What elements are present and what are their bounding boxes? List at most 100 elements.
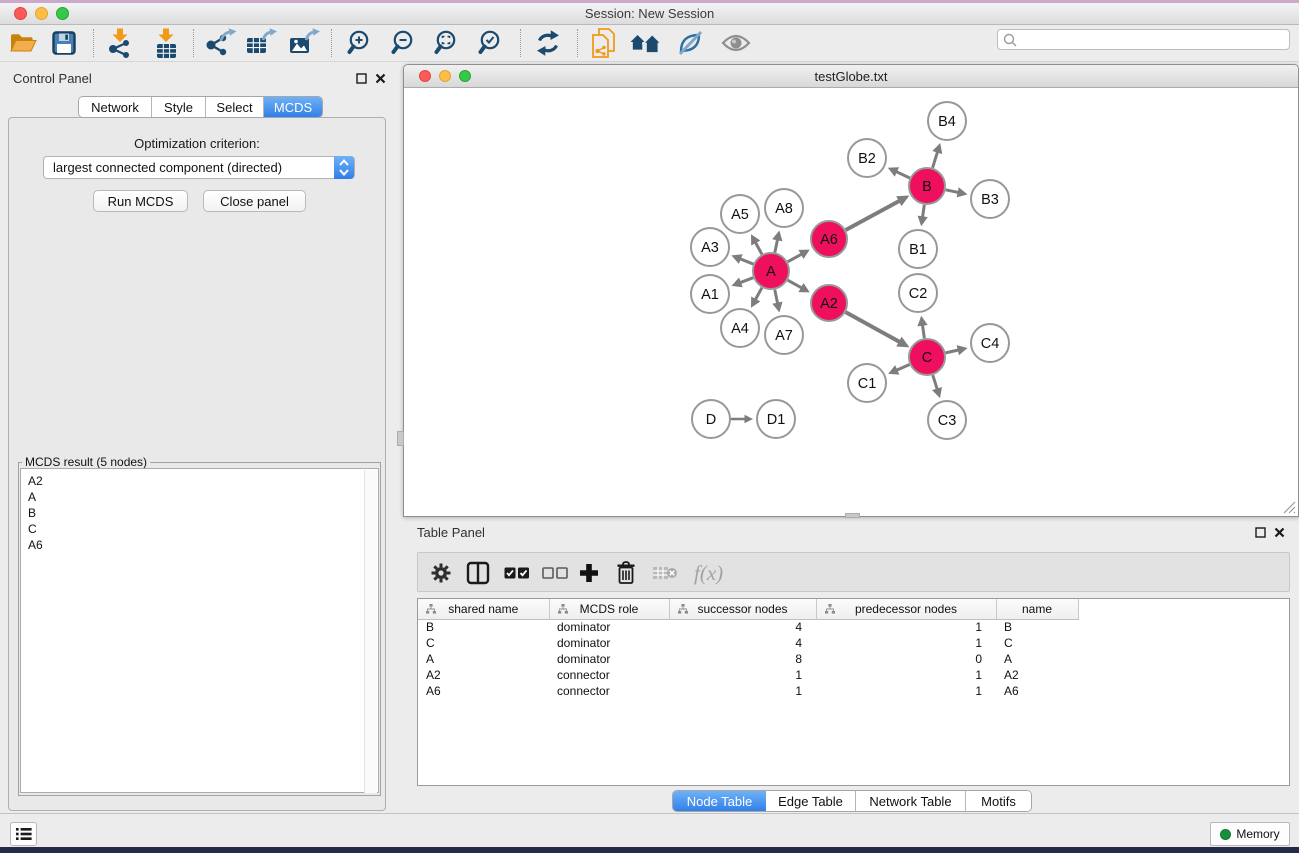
hierarchy-icon: [426, 604, 436, 614]
graph-node-label: C: [922, 350, 932, 366]
close-panel-icon[interactable]: [1274, 527, 1285, 538]
scrollbar-track[interactable]: [364, 470, 377, 793]
open-folder-icon: [9, 31, 37, 55]
table-row[interactable]: A2connector11A2: [418, 667, 1290, 683]
memory-button[interactable]: Memory: [1210, 822, 1290, 846]
tab-network-table[interactable]: Network Table: [856, 791, 966, 811]
search-input[interactable]: [997, 29, 1290, 50]
tab-select[interactable]: Select: [206, 97, 264, 117]
float-panel-icon[interactable]: [356, 73, 367, 84]
mcds-result-list[interactable]: A2ABCA6: [20, 468, 379, 793]
column-header-name[interactable]: name: [996, 599, 1078, 619]
table-row[interactable]: A6connector11A6: [418, 683, 1290, 699]
resize-grip-icon[interactable]: [1283, 501, 1296, 514]
show-hide-button[interactable]: [719, 28, 753, 58]
show-columns-button[interactable]: [466, 559, 490, 587]
delete-column-button[interactable]: [616, 559, 636, 587]
task-history-button[interactable]: [10, 822, 37, 846]
deselect-all-button[interactable]: [542, 559, 568, 587]
select-all-button[interactable]: [504, 559, 530, 587]
edge-arrowhead: [917, 316, 927, 327]
delete-table-icon: [652, 564, 678, 582]
column-header-shared-name[interactable]: shared name: [418, 599, 549, 619]
graph-node-label: A1: [701, 287, 719, 303]
criterion-dropdown[interactable]: largest connected component (directed): [43, 156, 355, 179]
add-column-button[interactable]: [578, 559, 600, 587]
hierarchy-icon: [558, 604, 568, 614]
zoom-out-button[interactable]: [388, 28, 422, 58]
mcds-result-item[interactable]: A2: [28, 473, 43, 489]
select-all-icon: [504, 565, 530, 581]
zoom-selected-button[interactable]: [475, 28, 509, 58]
tab-mcds[interactable]: MCDS: [264, 97, 322, 117]
cell-name: B: [996, 619, 1078, 635]
column-header-successor-nodes[interactable]: successor nodes: [669, 599, 816, 619]
cell-MCDS-role: dominator: [549, 619, 669, 635]
optimization-criterion-label: Optimization criterion:: [0, 136, 394, 151]
tab-motifs[interactable]: Motifs: [966, 791, 1031, 811]
import-network-button[interactable]: [103, 28, 137, 58]
run-mcds-button[interactable]: Run MCDS: [93, 190, 188, 212]
network-window-titlebar[interactable]: testGlobe.txt: [404, 65, 1298, 88]
tab-network[interactable]: Network: [79, 97, 152, 117]
export-network-button[interactable]: [204, 28, 238, 58]
status-bar: Memory: [0, 813, 1299, 847]
table-row[interactable]: Adominator80A: [418, 651, 1290, 667]
tab-edge-table[interactable]: Edge Table: [766, 791, 856, 811]
export-table-button[interactable]: [244, 28, 278, 58]
panel-divider-grip[interactable]: [845, 513, 860, 518]
memory-status-dot: [1220, 829, 1231, 840]
desktop-edge-bottom: [0, 847, 1299, 853]
mcds-result-item[interactable]: C: [28, 521, 43, 537]
home-layout-button[interactable]: [630, 28, 664, 58]
trash-icon: [616, 561, 636, 585]
refresh-button[interactable]: [531, 28, 565, 58]
node-table[interactable]: shared nameMCDS rolesuccessor nodesprede…: [417, 598, 1290, 786]
table-row[interactable]: Bdominator41B: [418, 619, 1290, 635]
main-toolbar: [0, 25, 1299, 62]
mcds-result-item[interactable]: B: [28, 505, 43, 521]
edge-A2-C[interactable]: [846, 312, 902, 343]
graph-node-label: A4: [731, 321, 749, 337]
table-settings-button[interactable]: [430, 559, 452, 587]
graph-node-label: C3: [938, 413, 957, 429]
save-icon: [52, 31, 76, 55]
export-image-button[interactable]: [287, 28, 321, 58]
cell-name: A6: [996, 683, 1078, 699]
graph-node-label: C1: [858, 376, 877, 392]
delete-table-button[interactable]: [652, 559, 678, 587]
save-session-button[interactable]: [47, 28, 81, 58]
tab-node-table[interactable]: Node Table: [673, 791, 766, 811]
hide-annotations-button[interactable]: [674, 28, 708, 58]
table-row[interactable]: Cdominator41C: [418, 635, 1290, 651]
graph-node-label: C2: [909, 286, 928, 302]
mcds-result-item[interactable]: A6: [28, 537, 43, 553]
cell-MCDS-role: connector: [549, 667, 669, 683]
edge-A6-B[interactable]: [846, 200, 902, 230]
edge-arrowhead: [772, 302, 782, 313]
column-header-MCDS-role[interactable]: MCDS role: [549, 599, 669, 619]
float-panel-icon[interactable]: [1255, 527, 1266, 538]
column-header-predecessor-nodes[interactable]: predecessor nodes: [816, 599, 996, 619]
mcds-result-item[interactable]: A: [28, 489, 43, 505]
gear-icon: [430, 562, 452, 584]
edge-arrowhead: [957, 345, 968, 355]
function-builder-button[interactable]: f(x): [694, 559, 723, 587]
edge-arrowhead: [772, 231, 782, 242]
memory-label: Memory: [1236, 827, 1279, 841]
table-panel-tabs: Node TableEdge TableNetwork TableMotifs: [672, 790, 1032, 812]
tab-style[interactable]: Style: [152, 97, 206, 117]
zoom-in-button[interactable]: [344, 28, 378, 58]
close-panel-button[interactable]: Close panel: [203, 190, 306, 212]
cell-shared-name: B: [418, 619, 549, 635]
network-graph-canvas[interactable]: B4B2BB3A5A8A6B1A3AC2A1A2A4A7C4CC1C3DD1: [404, 89, 1298, 517]
cell-shared-name: A2: [418, 667, 549, 683]
cell-successor-nodes: 4: [669, 635, 816, 651]
close-panel-icon[interactable]: [375, 73, 386, 84]
zoom-fit-button[interactable]: [431, 28, 465, 58]
open-file-button[interactable]: [6, 28, 40, 58]
panel-divider-grip[interactable]: [397, 431, 404, 446]
import-table-button[interactable]: [149, 28, 183, 58]
clone-network-button[interactable]: [587, 28, 621, 58]
cell-predecessor-nodes: 1: [816, 683, 996, 699]
